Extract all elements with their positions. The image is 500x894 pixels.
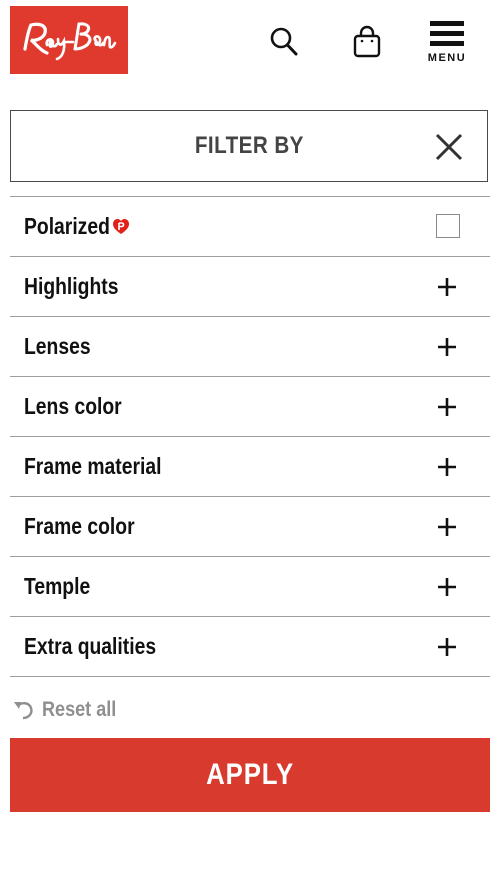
plus-icon[interactable] xyxy=(436,336,458,358)
filter-title: FILTER BY xyxy=(194,132,304,159)
reset-all-button[interactable]: Reset all xyxy=(12,697,128,723)
menu-button[interactable]: MENU xyxy=(422,14,472,70)
filter-row-label: Frame color xyxy=(24,513,135,539)
close-icon[interactable] xyxy=(433,131,465,163)
plus-icon[interactable] xyxy=(436,576,458,598)
ray-ban-logo-icon xyxy=(23,22,117,61)
filter-row-label: Polarized xyxy=(24,213,110,239)
plus-icon[interactable] xyxy=(436,636,458,658)
filter-row-label: Temple xyxy=(24,573,91,599)
polarized-checkbox[interactable] xyxy=(436,214,460,238)
reset-all-label: Reset all xyxy=(42,698,117,721)
filter-row-label: Highlights xyxy=(24,273,119,299)
shopping-bag-icon[interactable] xyxy=(345,20,389,64)
menu-label: MENU xyxy=(427,51,467,64)
header: MENU xyxy=(0,0,500,90)
brand-logo[interactable] xyxy=(10,6,128,74)
plus-icon[interactable] xyxy=(436,456,458,478)
search-icon[interactable] xyxy=(262,20,306,64)
plus-icon[interactable] xyxy=(436,396,458,418)
filter-row-lens-color[interactable]: Lens color xyxy=(10,377,490,437)
filter-row-frame-material[interactable]: Frame material xyxy=(10,437,490,497)
filter-row-label: Lens color xyxy=(24,393,122,419)
filter-row-polarized[interactable]: Polarized xyxy=(10,197,490,257)
filter-row-highlights[interactable]: Highlights xyxy=(10,257,490,317)
filter-row-extra-qualities[interactable]: Extra qualities xyxy=(10,617,490,677)
apply-label: APPLY xyxy=(206,758,294,791)
filter-header: FILTER BY xyxy=(10,110,488,182)
filter-row-label: Extra qualities xyxy=(24,633,157,659)
filter-row-lenses[interactable]: Lenses xyxy=(10,317,490,377)
filter-row-temple[interactable]: Temple xyxy=(10,557,490,617)
plus-icon[interactable] xyxy=(436,516,458,538)
filter-row-label: Frame material xyxy=(24,453,162,479)
filter-row-frame-color[interactable]: Frame color xyxy=(10,497,490,557)
apply-button[interactable]: APPLY xyxy=(10,738,490,812)
undo-icon xyxy=(14,702,33,720)
plus-icon[interactable] xyxy=(436,276,458,298)
polarized-badge-icon xyxy=(113,218,130,234)
filter-row-label: Lenses xyxy=(24,333,91,359)
menu-icon xyxy=(430,20,464,51)
filter-list: Polarized Highlights Lenses Lens color F… xyxy=(10,196,490,677)
